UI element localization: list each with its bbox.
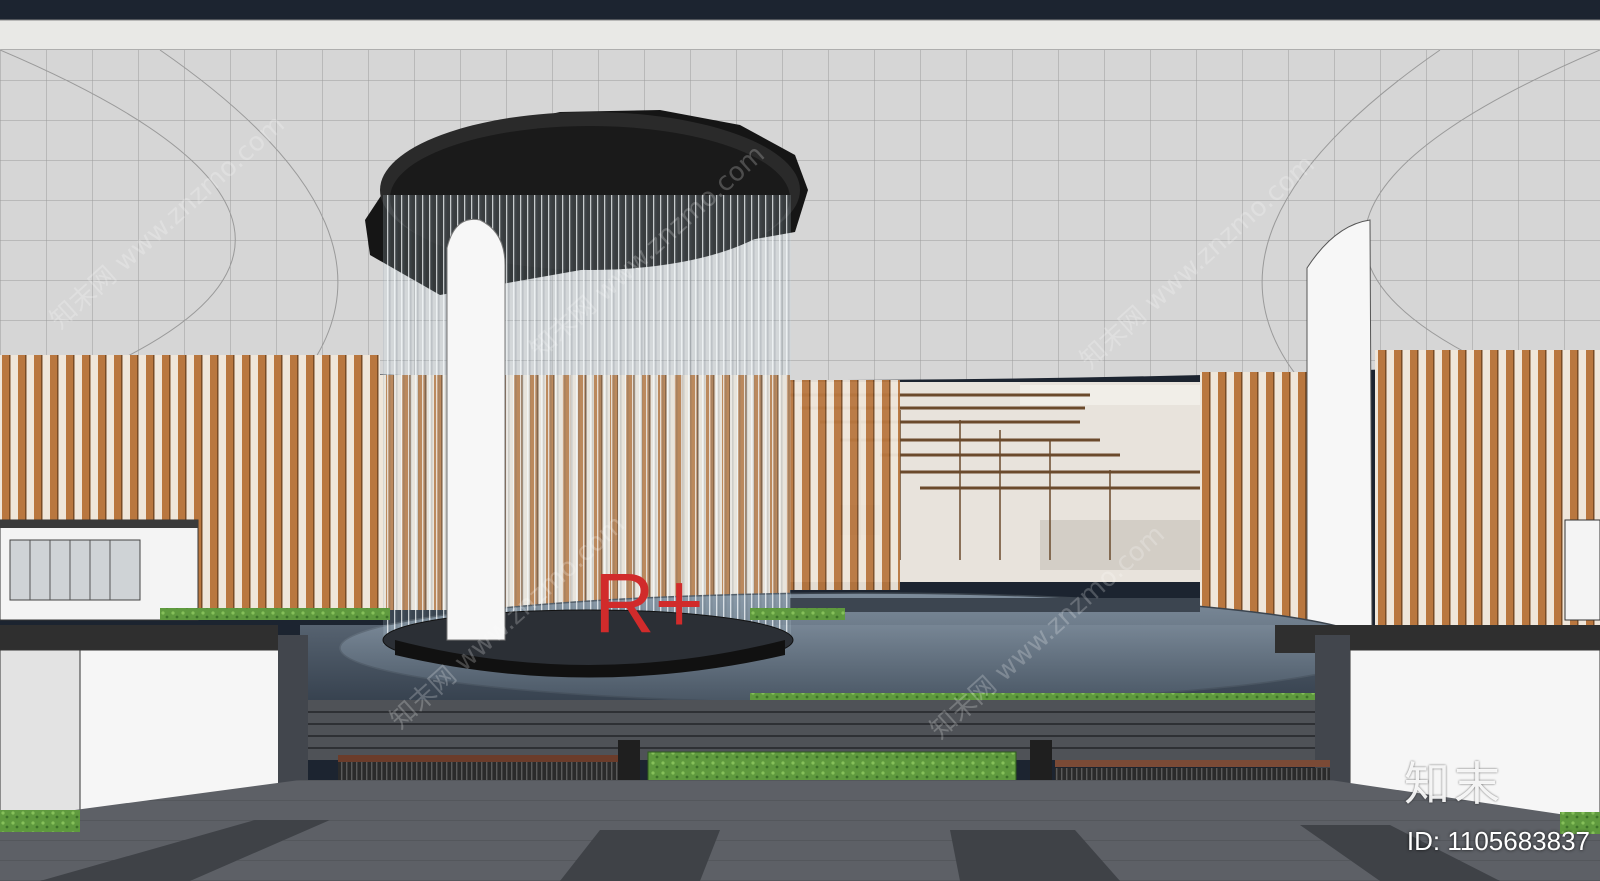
watermark-id: ID: 1105683837: [1406, 826, 1590, 856]
white-column-right: [1306, 219, 1373, 631]
r-plus-sign: R+: [594, 556, 704, 650]
stone-steps: [300, 700, 1330, 760]
right-pavilion: [1564, 519, 1600, 621]
sky: [0, 0, 1600, 22]
grass-strip-back: [160, 608, 390, 620]
left-pavilion: [0, 519, 199, 621]
pergola-slats: [790, 380, 900, 590]
wood-screen-right: [1200, 350, 1600, 625]
landscape-render: R+ 知末网 www.znzmo.com 知末网 www.znzmo.com 知…: [0, 0, 1600, 881]
water-curtain-pavilion: [365, 110, 808, 678]
foreground-paving: [0, 780, 1600, 881]
watermark-logo: 知末: [1404, 757, 1504, 811]
sign-text: R+: [594, 556, 704, 650]
grass-strip-mid: [750, 608, 845, 620]
